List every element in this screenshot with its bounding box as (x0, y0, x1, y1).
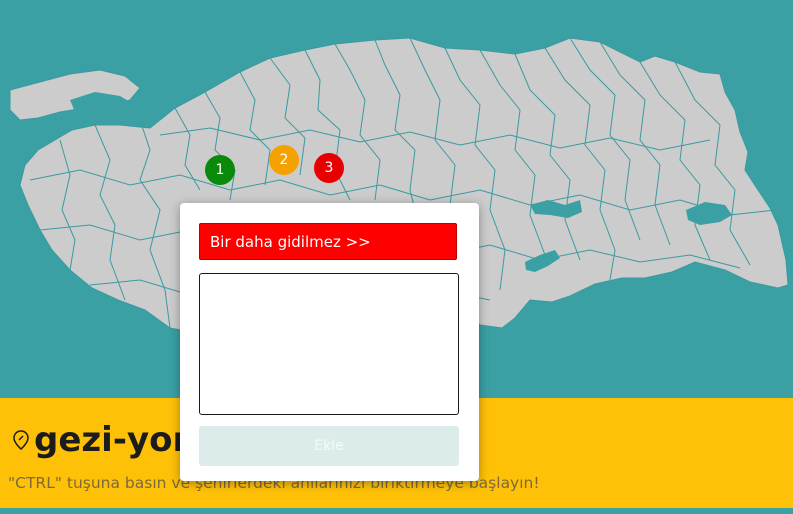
marker-label-2: 2 (279, 152, 289, 168)
memory-modal: Bir daha gidilmez >> Ekle (180, 203, 479, 481)
city-marker-2[interactable]: 2 (269, 145, 299, 175)
bottom-strip (0, 508, 793, 514)
memory-textarea[interactable] (199, 273, 459, 415)
city-marker-3[interactable]: 3 (314, 153, 344, 183)
brand-name: gezi-yor (34, 420, 190, 460)
marker-label-3: 3 (324, 160, 334, 176)
next-city-banner[interactable]: Bir daha gidilmez >> (199, 223, 457, 260)
map-pin-icon (10, 429, 32, 451)
city-marker-1[interactable]: 1 (205, 155, 235, 185)
marker-label-1: 1 (215, 162, 225, 178)
add-button[interactable]: Ekle (199, 426, 459, 466)
brand: gezi-yor (10, 420, 189, 460)
